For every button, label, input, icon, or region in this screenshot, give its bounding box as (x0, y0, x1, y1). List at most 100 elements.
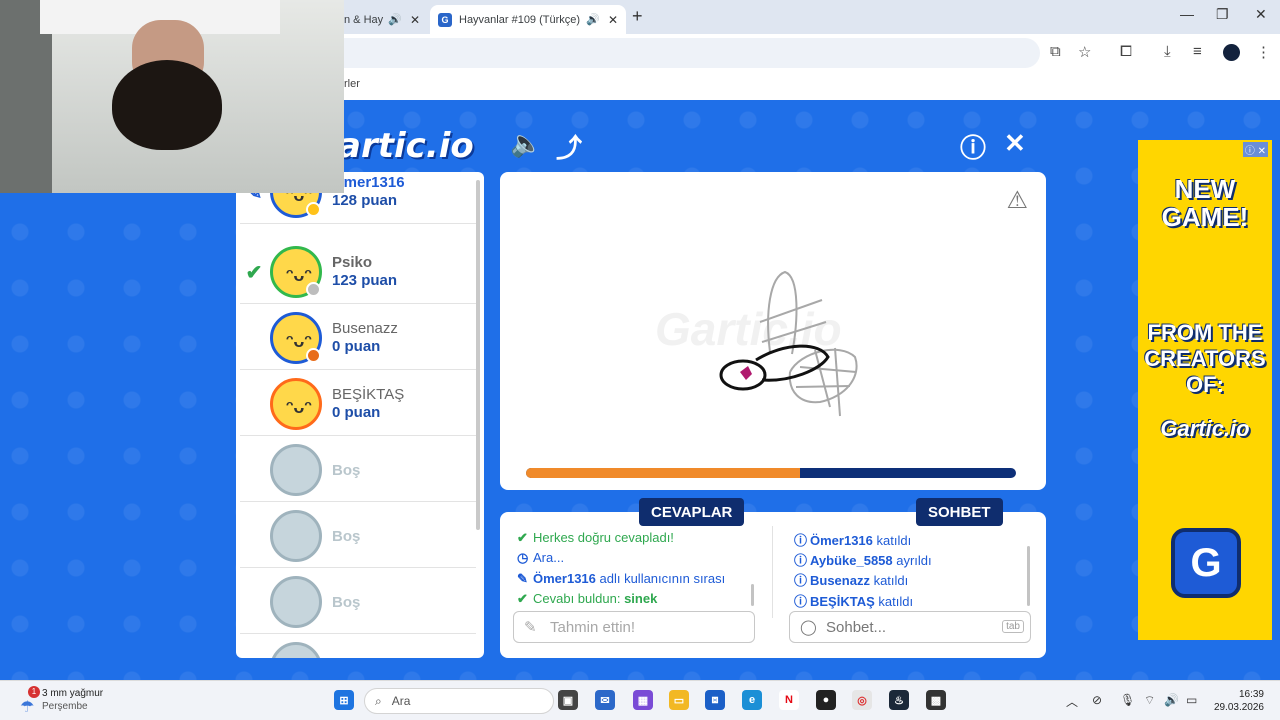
profile-avatar[interactable] (1223, 44, 1240, 61)
logo-text: artic.io (338, 126, 474, 166)
chat-line: ⓘ BEŞİKTAŞ katıldı (794, 591, 913, 610)
start-icon[interactable]: ⊞ (334, 690, 354, 710)
app-icon[interactable]: ▦ (633, 690, 653, 710)
ad-line: OF: (1186, 372, 1224, 397)
taskbar-search[interactable]: ⌕ Ara (364, 688, 554, 714)
close-window-icon[interactable]: ✕ (1255, 6, 1267, 23)
player-row: ᵔᴗᵔ Busenazz 0 puan (240, 304, 476, 370)
player-row: ᵔᴗᵔ BEŞİKTAŞ 0 puan (240, 370, 476, 436)
advertisement[interactable]: ⓘ ✕ NEW GAME! FROM THE CREATORS OF: Gart… (1138, 140, 1272, 640)
gartic-logo[interactable]: artic.io (338, 126, 474, 166)
ad-line: FROM THE (1147, 320, 1263, 345)
extensions-icon[interactable]: ⧠ (1120, 43, 1132, 60)
app-icon[interactable]: ▩ (926, 690, 946, 710)
system-clock[interactable]: 16:39 29.03.2026 (1212, 688, 1264, 714)
answer-line: ✔ Cevabı buldun: sinek (517, 591, 657, 607)
answers-chat-panel: CEVAPLAR SOHBET ✔ Herkes doğru cevapladı!… (500, 498, 1046, 658)
media-control-icon[interactable]: ≡ (1193, 43, 1202, 60)
empty-slot-label: Boş (332, 594, 361, 611)
clock-icon: ◷ (517, 550, 529, 565)
bookmark-star-icon[interactable]: ☆ (1078, 43, 1091, 61)
answer-line: ◷ Ara... (517, 550, 564, 566)
info-icon[interactable]: ⓘ (960, 128, 986, 165)
edge-icon[interactable]: e (742, 690, 762, 710)
address-bar[interactable] (300, 38, 1040, 68)
check-icon: ✔ (245, 262, 263, 284)
ad-badge[interactable]: ⓘ ✕ (1242, 142, 1268, 157)
answer-line: ✎ Ömer1316 adlı kullanıcının sırası (517, 571, 725, 587)
bookmark-folder-label[interactable]: rler (344, 78, 360, 90)
speaker-icon[interactable]: 🔊 (586, 13, 600, 26)
browser-tab-previous[interactable]: n & Hay 🔊 ✕ (336, 5, 428, 34)
answer-text: adlı kullanıcının sırası (595, 571, 726, 586)
player-name: Psiko (332, 254, 373, 271)
close-tab-icon[interactable]: ✕ (608, 13, 618, 27)
avatar: ᵔᴗᵔ (270, 312, 322, 364)
drawing-canvas[interactable]: ⚠ Gartic.io (500, 172, 1046, 490)
app-icon[interactable]: ✉ (595, 690, 615, 710)
ad-app-letter: G (1190, 540, 1222, 585)
wifi-icon[interactable]: ⌔ (1144, 693, 1155, 708)
netflix-icon[interactable]: N (779, 690, 799, 710)
player-name: BEŞİKTAŞ (332, 386, 405, 403)
sound-icon[interactable]: 🔈 (510, 128, 542, 159)
downloads-icon[interactable]: ⤓ (1164, 43, 1171, 60)
players-scrollbar[interactable] (476, 180, 480, 530)
info-icon: ⓘ (794, 553, 808, 568)
tab-key-hint: tab (1002, 620, 1024, 633)
rain-icon: ☂ (20, 699, 35, 716)
player-drawing (719, 270, 858, 417)
chrome-icon[interactable]: ◎ (852, 690, 872, 710)
answers-tab[interactable]: CEVAPLAR (639, 498, 745, 526)
timer-fill (526, 468, 801, 478)
chat-input[interactable]: ◯ Sohbet... tab (789, 611, 1031, 643)
share-icon[interactable]: ⤴ (556, 128, 582, 165)
browser-tab-active[interactable]: G Hayvanlar #109 (Türkçe) - G 🔊 ✕ (430, 5, 626, 34)
guess-input[interactable]: ✎ Tahmin ettin! (513, 611, 755, 643)
empty-avatar-icon (270, 576, 322, 628)
info-icon: ⓘ (794, 533, 808, 548)
close-tab-icon[interactable]: ✕ (410, 13, 420, 27)
install-app-icon[interactable]: ⧉ (1050, 43, 1061, 60)
chat-text: ayrıldı (892, 553, 932, 568)
steam-icon[interactable]: ♨ (889, 690, 909, 710)
empty-slot (240, 634, 476, 658)
microphone-icon[interactable]: 🎙 (1120, 693, 1135, 707)
ad-line: GAME! (1161, 202, 1249, 232)
chat-user: Busenazz (810, 573, 870, 588)
clock-time: 16:39 (1238, 689, 1264, 700)
new-tab-icon[interactable]: + (632, 6, 643, 27)
empty-slot: Boş (240, 436, 476, 502)
chat-scrollbar[interactable] (1027, 546, 1030, 606)
info-icon: ⓘ (794, 594, 808, 609)
panel-divider (772, 526, 773, 618)
round-timer-bar (526, 468, 1016, 478)
gartic-favicon-icon: G (438, 12, 452, 27)
close-game-icon[interactable]: ✕ (1004, 128, 1026, 159)
minimize-icon[interactable]: — (1180, 6, 1194, 22)
answers-scrollbar[interactable] (751, 584, 754, 606)
chat-text: katıldı (872, 533, 912, 548)
maximize-icon[interactable]: ❐ (1216, 6, 1229, 23)
chat-user: Aybüke_5858 (810, 553, 893, 568)
clock-date: 29.03.2026 (1213, 702, 1264, 713)
store-icon[interactable]: ⧈ (705, 690, 725, 710)
empty-slot: Boş (240, 502, 476, 568)
network-off-icon[interactable]: ⊘ (1092, 693, 1102, 707)
answer-text: Cevabı buldun: (533, 591, 625, 606)
empty-slot-label: Boş (332, 462, 361, 479)
app-icon[interactable]: ● (816, 690, 836, 710)
battery-icon[interactable]: ▭ (1186, 693, 1197, 707)
chat-line: ⓘ Ömer1316 katıldı (794, 530, 911, 549)
file-explorer-icon[interactable]: ▭ (669, 690, 689, 710)
tray-expand-icon[interactable]: ︿ (1066, 693, 1078, 710)
task-view-icon[interactable]: ▣ (558, 690, 578, 710)
empty-avatar-icon (270, 510, 322, 562)
chat-text: katıldı (869, 573, 909, 588)
menu-icon[interactable]: ⋮ (1256, 43, 1271, 61)
chat-line: ⓘ Busenazz katıldı (794, 570, 908, 589)
players-panel: ✎ ᵔᴗᵔ Ömer1316 128 puan ✔ ᵔᴗᵔ Psiko 123 … (236, 172, 484, 658)
chat-tab[interactable]: SOHBET (916, 498, 1003, 526)
speaker-icon[interactable]: 🔊 (388, 13, 402, 26)
volume-icon[interactable]: 🔊 (1164, 693, 1179, 707)
